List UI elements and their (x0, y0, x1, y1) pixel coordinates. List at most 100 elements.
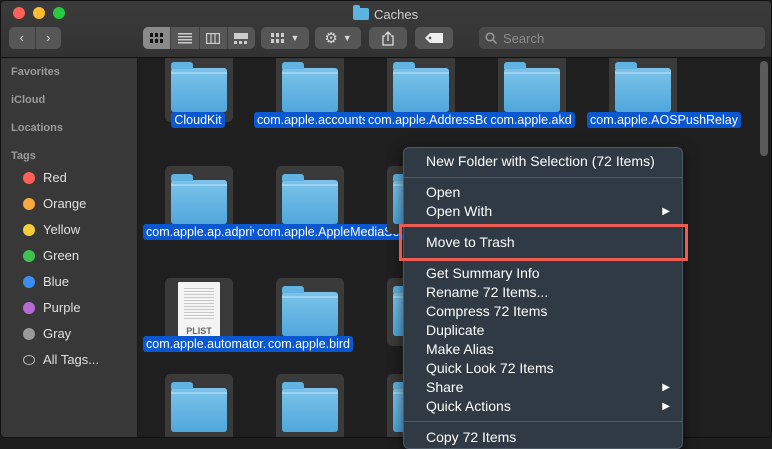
chevron-down-icon: ▼ (342, 33, 352, 43)
sidebar-tag-label: Red (43, 170, 67, 185)
forward-button[interactable]: › (34, 27, 62, 49)
sidebar-tag-purple[interactable]: Purple (23, 300, 81, 315)
submenu-arrow-icon: ▶ (662, 382, 670, 393)
menu-item-rename[interactable]: Rename 72 Items... (404, 283, 682, 302)
menu-item-label: Compress 72 Items (426, 303, 548, 319)
menu-item-duplicate[interactable]: Duplicate (404, 321, 682, 340)
file-name: com.apple.AOSPushRelay (587, 112, 741, 128)
menu-item-compress[interactable]: Compress 72 Items (404, 302, 682, 321)
menu-item-share[interactable]: Share ▶ (404, 378, 682, 397)
menu-item-get-summary-info[interactable]: Get Summary Info (404, 264, 682, 283)
group-grid-icon (270, 32, 284, 43)
menu-item-label: New Folder with Selection (72 Items) (426, 153, 655, 169)
sidebar-tag-green[interactable]: Green (23, 248, 79, 263)
back-forward-group: ‹ › (9, 27, 61, 49)
tag-icon (425, 33, 443, 43)
vertical-scrollbar[interactable] (760, 61, 768, 156)
orange-tag-icon (23, 197, 35, 210)
sidebar-tag-label: Yellow (43, 222, 81, 237)
share-icon (382, 30, 394, 46)
menu-item-make-alias[interactable]: Make Alias (404, 340, 682, 359)
gallery-view-icon (234, 32, 249, 44)
menu-separator (404, 421, 682, 422)
gear-icon: ⚙ (324, 30, 338, 47)
blue-tag-icon (23, 275, 35, 288)
menu-item-label: Share (426, 379, 464, 395)
submenu-arrow-icon: ▶ (662, 401, 670, 412)
folder-icon (353, 5, 369, 20)
window-title-text: Caches (374, 6, 419, 22)
sidebar-tag-red[interactable]: Red (23, 170, 67, 185)
column-view-button[interactable] (198, 27, 227, 49)
window-title: Caches (353, 5, 418, 23)
search-icon (485, 32, 497, 44)
menu-item-label: Quick Look 72 Items (426, 360, 554, 376)
menu-item-open[interactable]: Open (404, 183, 682, 202)
list-view-button[interactable] (170, 27, 198, 49)
sidebar-tag-blue[interactable]: Blue (23, 274, 69, 289)
menu-separator (404, 177, 682, 178)
red-tag-icon (23, 171, 35, 184)
zoom-window-button[interactable] (53, 7, 65, 19)
back-button[interactable]: ‹ (9, 27, 35, 49)
menu-item-open-with[interactable]: Open With ▶ (404, 202, 682, 221)
sidebar-tag-label: Blue (43, 274, 70, 289)
toolbar: Caches ‹ › ▼ ⚙ ▼ (1, 1, 771, 58)
menu-item-new-folder-with-selection[interactable]: New Folder with Selection (72 Items) (404, 152, 682, 171)
gallery-view-button[interactable] (226, 27, 255, 49)
sidebar-tag-label: Orange (43, 196, 87, 211)
green-tag-icon (23, 249, 35, 262)
icon-view-icon (149, 32, 163, 43)
menu-item-label: Quick Actions (426, 398, 511, 414)
search-input[interactable] (501, 29, 745, 47)
context-menu: New Folder with Selection (72 Items) Ope… (403, 147, 683, 449)
menu-item-label: Open (426, 184, 461, 200)
folder-icon (276, 374, 344, 437)
view-mode-group (143, 27, 255, 49)
menu-item-quick-look[interactable]: Quick Look 72 Items (404, 359, 682, 378)
group-by-button[interactable]: ▼ (261, 27, 309, 49)
sidebar-tag-label: Purple (43, 300, 81, 315)
submenu-arrow-icon: ▶ (662, 206, 670, 217)
purple-tag-icon (23, 301, 35, 314)
sidebar-tag-label: All Tags... (43, 352, 100, 367)
file-name: com.apple.bird (265, 336, 353, 352)
column-view-icon (206, 32, 221, 44)
folder-icon (165, 374, 233, 437)
sidebar: Favorites iCloud Locations Tags Red Oran… (1, 58, 138, 437)
icon-view-button[interactable] (143, 27, 171, 49)
file-name: com.apple.akd (487, 112, 575, 128)
chevron-down-icon: ▼ (290, 33, 300, 43)
menu-item-label: Copy 72 Items (426, 429, 517, 445)
sidebar-tag-all[interactable]: All Tags... (23, 352, 99, 367)
menu-item-label: Make Alias (426, 341, 494, 357)
close-window-button[interactable] (13, 7, 25, 19)
gray-tag-icon (23, 327, 35, 340)
highlight-box (399, 224, 688, 261)
file-name: com.apple.accountsd (254, 112, 379, 128)
sidebar-tag-label: Green (43, 248, 80, 263)
list-view-icon (177, 32, 192, 43)
menu-item-label: Duplicate (426, 322, 485, 338)
minimize-window-button[interactable] (33, 7, 45, 19)
menu-item-label: Open With (426, 203, 493, 219)
plist-badge: PLIST (186, 326, 212, 336)
file-name: CloudKit (171, 112, 225, 128)
sidebar-tag-gray[interactable]: Gray (23, 326, 71, 341)
sidebar-tag-orange[interactable]: Orange (23, 196, 86, 211)
sidebar-tag-label: Gray (43, 326, 72, 341)
tag-button[interactable] (415, 27, 453, 49)
menu-item-label: Get Summary Info (426, 265, 540, 281)
sidebar-section-icloud[interactable]: iCloud (11, 94, 45, 106)
all-tags-icon (23, 354, 35, 365)
sidebar-tag-yellow[interactable]: Yellow (23, 222, 80, 237)
action-menu-button[interactable]: ⚙ ▼ (315, 27, 361, 49)
sidebar-section-tags[interactable]: Tags (11, 150, 36, 162)
sidebar-section-favorites[interactable]: Favorites (11, 66, 60, 78)
share-button[interactable] (369, 27, 407, 49)
yellow-tag-icon (23, 223, 35, 236)
search-field[interactable] (479, 27, 765, 49)
menu-item-quick-actions[interactable]: Quick Actions ▶ (404, 397, 682, 416)
sidebar-section-locations[interactable]: Locations (11, 122, 63, 134)
menu-item-label: Rename 72 Items... (426, 284, 549, 300)
